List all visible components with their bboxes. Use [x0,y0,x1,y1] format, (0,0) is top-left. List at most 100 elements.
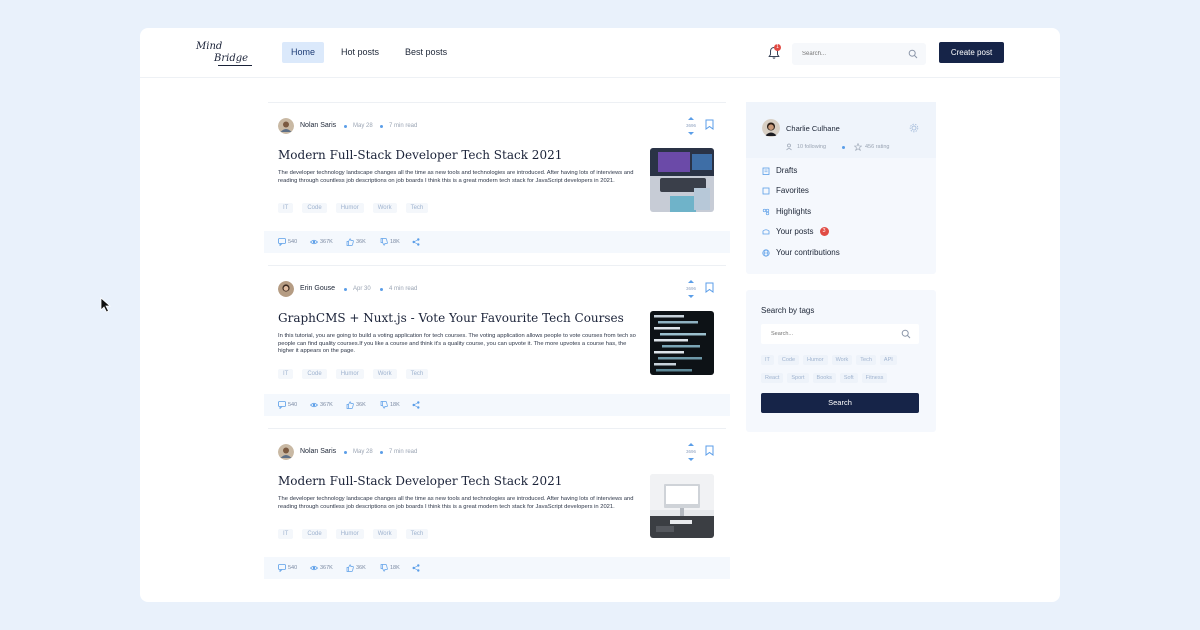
rating-count: 456 rating [865,144,890,150]
separator-dot [344,125,347,128]
upvote-icon[interactable] [688,117,694,120]
divider [268,265,726,266]
tag[interactable]: Work [372,529,397,539]
search-icon[interactable] [908,49,918,59]
search-icon[interactable] [901,329,911,339]
likes-stat[interactable]: 36K [346,564,366,572]
author-avatar[interactable] [278,444,294,460]
search-button[interactable]: Search [761,393,919,413]
star-icon [854,143,862,151]
menu-item-contributions[interactable]: Your contributions [762,248,840,257]
author-avatar[interactable] [278,281,294,297]
tag[interactable]: Tech [405,529,429,539]
user-avatar[interactable] [762,119,780,137]
tag-chip[interactable]: Sport [787,373,809,383]
post-thumbnail[interactable] [650,148,714,212]
tag[interactable]: Humor [335,203,364,213]
tag[interactable]: Tech [405,203,429,213]
bookmark-icon[interactable] [705,282,714,293]
tag-chip[interactable]: API [879,355,897,365]
share-button[interactable] [412,401,420,409]
dislikes-stat[interactable]: 18K [380,401,400,409]
tag[interactable]: Code [302,203,327,213]
comments-stat[interactable]: 540 [278,238,297,246]
user-name[interactable]: Charlie Culhane [786,124,840,133]
menu-item-your-posts[interactable]: Your posts 3 [762,227,829,236]
dislikes-stat[interactable]: 18K [380,238,400,246]
post-thumbnail[interactable] [650,311,714,375]
post-card[interactable]: Erin Gouse Apr 30 4 min read 3696 GraphC… [264,265,730,428]
post-title[interactable]: GraphCMS + Nuxt.js - Vote Your Favourite… [278,311,638,325]
comments-stat[interactable]: 540 [278,401,297,409]
post-description: The developer technology landscape chang… [278,170,634,184]
post-title[interactable]: Modern Full-Stack Developer Tech Stack 2… [278,148,638,162]
top-navigation: Mind Bridge Home Hot posts Best posts 1 … [140,28,1060,78]
vote-control[interactable]: 3696 [684,117,698,135]
dislikes-stat[interactable]: 18K [380,564,400,572]
gear-icon[interactable] [909,123,919,133]
author-name[interactable]: Nolan Saris [300,122,336,129]
vote-control[interactable]: 3696 [684,280,698,298]
create-post-button[interactable]: Create post [939,42,1004,63]
app-window: Mind Bridge Home Hot posts Best posts 1 … [140,28,1060,602]
views-stat: 367K [310,564,333,572]
post-title[interactable]: Modern Full-Stack Developer Tech Stack 2… [278,474,638,488]
bookmark-icon[interactable] [705,445,714,456]
tag[interactable]: IT [278,203,294,213]
comments-stat[interactable]: 540 [278,564,297,572]
tag[interactable]: Work [372,369,397,379]
share-button[interactable] [412,564,420,572]
tag[interactable]: Code [302,529,327,539]
notifications-button[interactable]: 1 [768,44,781,60]
tag[interactable]: Tech [405,369,429,379]
tag[interactable]: Code [302,369,327,379]
thumbs-up-icon [346,401,354,409]
author-name[interactable]: Nolan Saris [300,448,336,455]
downvote-icon[interactable] [688,295,694,298]
logo[interactable]: Mind Bridge [196,41,256,67]
tag-chip[interactable]: Tech [856,355,876,365]
tag-search-input[interactable] [771,329,881,339]
downvote-icon[interactable] [688,132,694,135]
upvote-icon[interactable] [688,280,694,283]
menu-item-highlights[interactable]: Highlights [762,207,811,216]
downvote-icon[interactable] [688,458,694,461]
upvote-icon[interactable] [688,443,694,446]
author-avatar[interactable] [278,118,294,134]
post-card[interactable]: Nolan Saris May 28 7 min read 3696 Moder… [264,428,730,591]
likes-stat[interactable]: 36K [346,401,366,409]
tag[interactable]: IT [278,529,294,539]
tag-chip[interactable]: Humor [803,355,828,365]
bookmark-icon[interactable] [705,119,714,130]
separator-dot [380,451,383,454]
likes-stat[interactable]: 36K [346,238,366,246]
tab-hot-posts[interactable]: Hot posts [332,42,388,63]
eye-icon [310,565,318,571]
tag-chip[interactable]: Code [777,355,800,365]
following-stat[interactable]: 10 following [786,143,826,151]
author-name[interactable]: Erin Gouse [300,285,335,292]
tag[interactable]: Humor [335,369,364,379]
tag-chip[interactable]: Books [812,373,836,383]
tag-chip[interactable]: Work [831,355,853,365]
tag-chip[interactable]: IT [761,355,774,365]
post-tags: IT Code Humor Work Tech [278,369,429,379]
tag-chip[interactable]: React [761,373,784,383]
menu-item-favorites[interactable]: Favorites [762,186,809,195]
menu-item-drafts[interactable]: Drafts [762,166,797,175]
tab-best-posts[interactable]: Best posts [396,42,456,63]
share-button[interactable] [412,238,420,246]
post-tags: IT Code Humor Work Tech [278,203,429,213]
tab-home[interactable]: Home [282,42,325,63]
post-card[interactable]: Nolan Saris May 28 7 min read 3696 Moder… [264,102,730,265]
tag[interactable]: Humor [335,529,364,539]
tag-chip[interactable]: Fitness [861,373,888,383]
post-thumbnail[interactable] [650,474,714,538]
tag-chip[interactable]: Soft [839,373,858,383]
dislikes-count: 18K [390,402,400,408]
search-input[interactable] [802,48,902,60]
tag[interactable]: IT [278,369,294,379]
tag[interactable]: Work [372,203,397,213]
views-count: 367K [320,402,333,408]
vote-control[interactable]: 3696 [684,443,698,461]
